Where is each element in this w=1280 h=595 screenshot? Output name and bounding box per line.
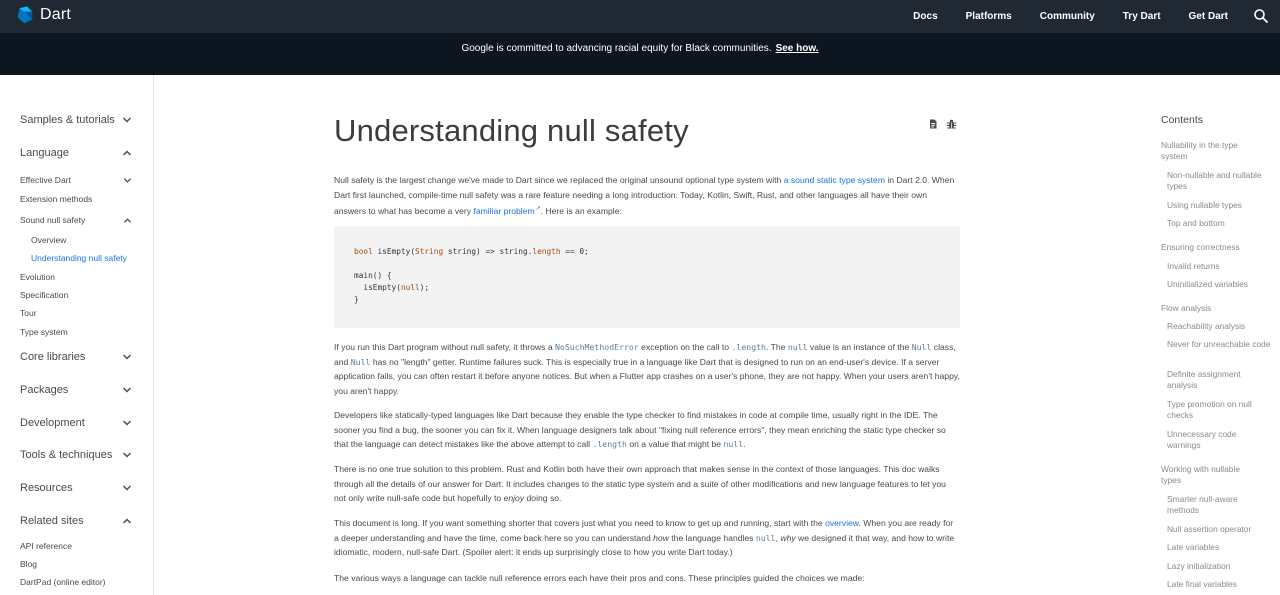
chevron-down-icon bbox=[123, 177, 132, 183]
paragraph-static-types: Developers like statically-typed languag… bbox=[334, 410, 946, 450]
sidebar-item-tour[interactable]: Tour bbox=[20, 308, 37, 318]
toc-item[interactable]: Unnecessary code warnings bbox=[1167, 429, 1271, 451]
sidebar-item-label: Sound null safety bbox=[20, 215, 86, 225]
sidebar-section-resources[interactable]: Resources bbox=[20, 482, 132, 494]
toc-item[interactable]: Late variables bbox=[1167, 542, 1271, 553]
sidebar-section-core-libraries[interactable]: Core libraries bbox=[20, 351, 132, 363]
link-overview[interactable]: overview bbox=[825, 518, 858, 528]
paragraph-principles: The various ways a language can tackle n… bbox=[334, 573, 865, 583]
toc-item[interactable]: Reachability analysis bbox=[1167, 321, 1271, 332]
chevron-down-icon bbox=[123, 485, 131, 491]
chevron-up-icon bbox=[123, 150, 131, 156]
sidebar-item-understanding-null-safety[interactable]: Understanding null safety bbox=[31, 253, 127, 263]
sidebar-item-dartpad[interactable]: DartPad (online editor) bbox=[20, 577, 106, 587]
sidebar-section-label: Packages bbox=[20, 384, 69, 396]
sidebar-section-samples[interactable]: Samples & tutorials bbox=[20, 114, 132, 126]
sidebar-item-api-reference[interactable]: API reference bbox=[20, 541, 72, 551]
left-sidebar: Samples & tutorials Language Effective D… bbox=[0, 75, 154, 595]
toc-item[interactable]: Nullability in the type system bbox=[1161, 140, 1261, 162]
toc-item[interactable]: Working with nullable types bbox=[1161, 464, 1261, 486]
nav-try-dart[interactable]: Try Dart bbox=[1123, 11, 1161, 22]
sidebar-section-packages[interactable]: Packages bbox=[20, 384, 132, 396]
sidebar-item-extension-methods[interactable]: Extension methods bbox=[20, 194, 92, 204]
sidebar-section-related-sites[interactable]: Related sites bbox=[20, 515, 132, 527]
paragraph-document-long: This document is long. If you want somet… bbox=[334, 518, 955, 558]
toc-item[interactable]: Late final variables bbox=[1167, 579, 1271, 590]
toc-item[interactable]: Flow analysis bbox=[1161, 303, 1261, 314]
toc-item[interactable]: Uninitialized variables bbox=[1167, 279, 1271, 290]
sidebar-item-effective-dart[interactable]: Effective Dart bbox=[20, 175, 132, 185]
chevron-down-icon bbox=[123, 117, 131, 123]
nav-docs[interactable]: Docs bbox=[913, 11, 937, 22]
sidebar-item-evolution[interactable]: Evolution bbox=[20, 272, 55, 282]
sidebar-section-label: Development bbox=[20, 417, 85, 429]
sidebar-section-label: Resources bbox=[20, 482, 73, 494]
toc-item[interactable]: Ensuring correctness bbox=[1161, 242, 1261, 253]
sidebar-section-development[interactable]: Development bbox=[20, 417, 132, 429]
sidebar-section-label: Samples & tutorials bbox=[20, 114, 115, 126]
brand-link[interactable]: Dart bbox=[16, 5, 71, 25]
brand-name: Dart bbox=[40, 6, 72, 23]
paragraph-intro: Null safety is the largest change we've … bbox=[334, 175, 955, 217]
toc-item[interactable]: Invalid returns bbox=[1167, 261, 1271, 272]
main-nav: Docs Platforms Community Try Dart Get Da… bbox=[885, 0, 1228, 33]
bug-report-icon[interactable] bbox=[946, 119, 957, 129]
toc-item[interactable]: Definite assignment analysis bbox=[1167, 369, 1271, 391]
toc-item[interactable]: Type promotion on null checks bbox=[1167, 399, 1271, 421]
link-familiar-problem[interactable]: familiar problem bbox=[473, 206, 534, 216]
toc-item[interactable]: Never for unreachable code bbox=[1167, 339, 1271, 350]
sidebar-section-label: Language bbox=[20, 147, 69, 159]
sidebar-section-label: Core libraries bbox=[20, 351, 86, 363]
sidebar-section-label: Related sites bbox=[20, 515, 84, 527]
nav-community[interactable]: Community bbox=[1040, 11, 1095, 22]
chevron-down-icon bbox=[123, 354, 131, 360]
toc-item[interactable]: Using nullable types bbox=[1167, 200, 1271, 211]
nav-platforms[interactable]: Platforms bbox=[966, 11, 1012, 22]
paragraph-no-one-solution: There is no one true solution to this pr… bbox=[334, 464, 946, 504]
sidebar-section-language[interactable]: Language bbox=[20, 147, 132, 159]
top-nav-bar: Dart Docs Platforms Community Try Dart G… bbox=[0, 0, 1280, 33]
chevron-down-icon bbox=[123, 452, 131, 458]
toc-item[interactable]: Lazy initialization bbox=[1167, 561, 1271, 572]
dart-logo-icon bbox=[17, 6, 33, 24]
toc-item[interactable]: Null assertion operator bbox=[1167, 524, 1271, 535]
banner-link[interactable]: See how. bbox=[776, 43, 819, 54]
paragraph-runtime-failures: If you run this Dart program without nul… bbox=[334, 342, 960, 397]
sidebar-item-specification[interactable]: Specification bbox=[20, 290, 68, 300]
chevron-up-icon bbox=[123, 217, 132, 223]
sidebar-item-blog[interactable]: Blog bbox=[20, 559, 37, 569]
page-title: Understanding null safety bbox=[334, 113, 689, 148]
toc-title: Contents bbox=[1161, 114, 1204, 126]
link-sound-type-system[interactable]: a sound static type system bbox=[784, 175, 885, 185]
chevron-down-icon bbox=[123, 420, 131, 426]
chevron-down-icon bbox=[123, 387, 131, 393]
sidebar-item-type-system[interactable]: Type system bbox=[20, 327, 68, 337]
sidebar-section-tools[interactable]: Tools & techniques bbox=[20, 449, 132, 461]
code-block: bool isEmpty(String string) => string.le… bbox=[334, 226, 960, 328]
search-icon[interactable] bbox=[1253, 8, 1269, 24]
nav-get-dart[interactable]: Get Dart bbox=[1189, 11, 1228, 22]
chevron-up-icon bbox=[123, 518, 131, 524]
announcement-banner: Google is committed to advancing racial … bbox=[0, 33, 1280, 75]
sidebar-item-overview[interactable]: Overview bbox=[31, 235, 66, 245]
sidebar-item-label: Effective Dart bbox=[20, 175, 71, 185]
view-source-icon[interactable] bbox=[928, 119, 938, 129]
toc-item[interactable]: Smarter null-aware methods bbox=[1167, 494, 1271, 516]
page-actions bbox=[928, 119, 957, 129]
sidebar-item-sound-null-safety[interactable]: Sound null safety bbox=[20, 215, 132, 225]
toc-item[interactable]: Top and bottom bbox=[1167, 218, 1271, 229]
sidebar-section-label: Tools & techniques bbox=[20, 449, 113, 461]
toc-item[interactable]: Non-nullable and nullable types bbox=[1167, 170, 1271, 192]
banner-text: Google is committed to advancing racial … bbox=[461, 42, 772, 54]
